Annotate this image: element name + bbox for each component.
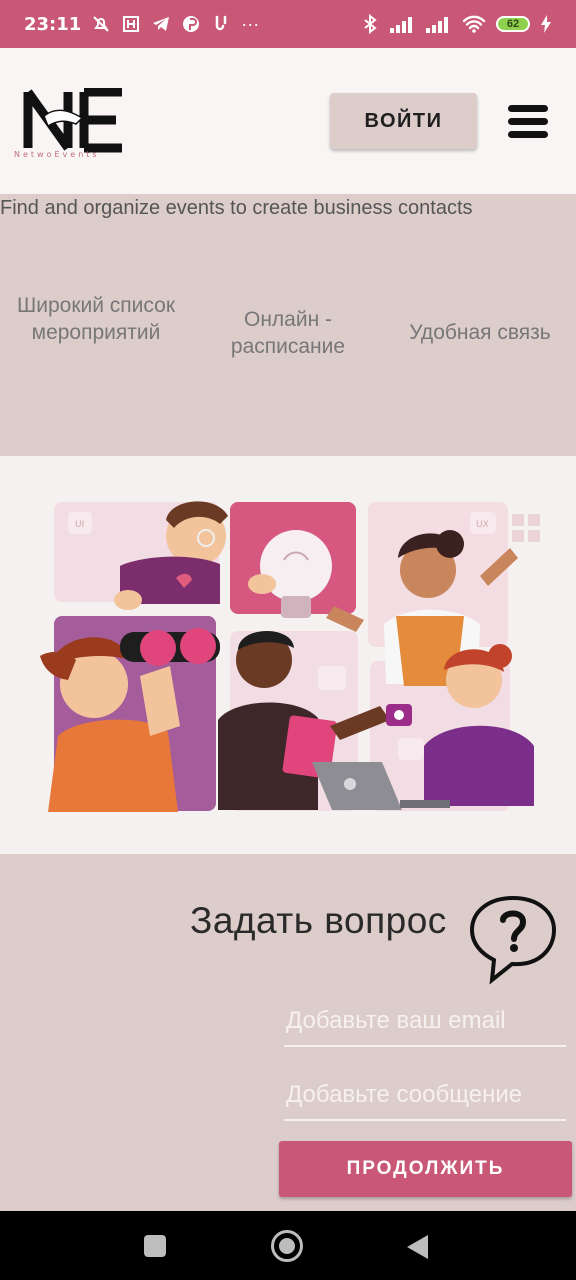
system-nav-bar bbox=[0, 1211, 576, 1280]
feature-event-list: Широкий список мероприятий bbox=[16, 294, 176, 344]
status-left: 23:11 ··· bbox=[24, 14, 259, 35]
wifi-icon bbox=[462, 14, 486, 34]
status-bar: 23:11 ··· 62 bbox=[0, 0, 576, 48]
features-section: Широкий список мероприятий Онлайн - расп… bbox=[0, 240, 576, 456]
status-right: 62 bbox=[360, 14, 552, 34]
muted-bell-icon bbox=[91, 14, 111, 34]
telegram-icon bbox=[151, 14, 171, 34]
logo-tagline: NetwoEvents bbox=[14, 150, 100, 159]
more-notifications-icon: ··· bbox=[241, 13, 260, 34]
hamburger-menu-icon[interactable] bbox=[508, 105, 548, 139]
ask-question-title: Задать вопрос bbox=[190, 900, 447, 941]
email-field[interactable] bbox=[284, 1003, 566, 1047]
message-field[interactable] bbox=[284, 1077, 566, 1121]
feature-convenient-contact: Удобная связь bbox=[409, 321, 551, 344]
charging-icon bbox=[540, 14, 552, 34]
notification-icon bbox=[211, 14, 231, 34]
question-speech-bubble-icon bbox=[466, 894, 560, 986]
recents-square-icon[interactable] bbox=[144, 1235, 166, 1257]
pinterest-icon bbox=[181, 14, 201, 34]
signal-icon bbox=[390, 14, 416, 34]
chart-tile-icon bbox=[318, 666, 346, 690]
app-icon bbox=[121, 14, 141, 34]
app-header: NetwoEvents ВОЙТИ bbox=[0, 48, 576, 194]
status-time: 23:11 bbox=[24, 13, 82, 35]
login-button[interactable]: ВОЙТИ bbox=[330, 93, 477, 149]
svg-text:UX: UX bbox=[476, 520, 489, 530]
continue-button[interactable]: ПРОДОЛЖИТЬ bbox=[279, 1141, 572, 1197]
team-collaboration-illustration: UI UX bbox=[0, 456, 576, 854]
code-tile-icon bbox=[398, 738, 424, 760]
svg-text:UI: UI bbox=[75, 520, 84, 530]
back-triangle-icon[interactable] bbox=[407, 1235, 428, 1259]
signal-icon bbox=[426, 14, 452, 34]
home-circle-icon[interactable] bbox=[271, 1230, 303, 1262]
battery-icon: 62 bbox=[496, 16, 530, 32]
hero-tagline: Find and organize events to create busin… bbox=[0, 197, 473, 219]
feature-online-schedule: Онлайн - расписание bbox=[230, 308, 346, 358]
bluetooth-icon bbox=[360, 14, 380, 34]
